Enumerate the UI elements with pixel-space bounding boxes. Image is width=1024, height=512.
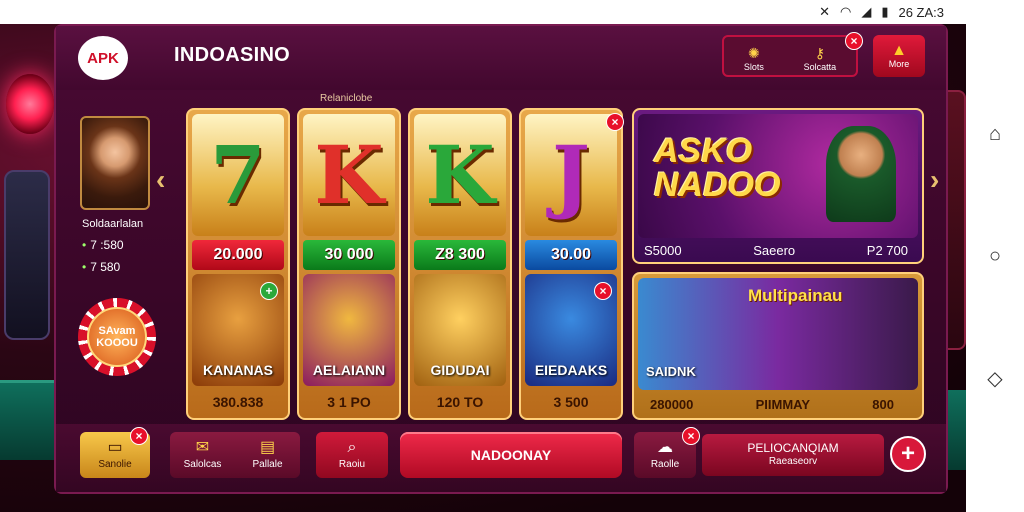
plus-icon[interactable]: + xyxy=(890,436,926,472)
settings-icon: ✺ xyxy=(748,45,760,61)
bottom-group: ✉ Salolcas ▤ Pallale xyxy=(170,432,300,478)
slot-game-card[interactable]: 7 20.000 KANANAS 380.838 xyxy=(186,108,290,420)
multiplayer-label: SAIDNK xyxy=(646,364,696,379)
game-footer-value: 120 TO xyxy=(436,394,484,410)
promo-stat: P2 700 xyxy=(866,243,908,258)
close-icon[interactable]: × xyxy=(130,427,148,445)
decor-slot-machine xyxy=(4,170,50,340)
search-icon: ⌕ xyxy=(347,439,357,456)
key-icon: ⚷ xyxy=(814,45,825,61)
jackpot-amount: 30.00 xyxy=(525,240,617,270)
apk-logo: APK xyxy=(78,36,128,80)
bottom-button-search[interactable]: ⌕ Raoiu xyxy=(316,432,388,478)
game-footer-value: 3 1 PO xyxy=(327,394,371,410)
tab-label: Slots xyxy=(743,62,764,72)
bottom-button-mail[interactable]: ✉ Salolcas xyxy=(170,439,235,471)
chevron-right-icon[interactable]: › xyxy=(930,164,939,196)
game-art: AELAIANN xyxy=(303,274,395,386)
wide-button-title: PELIOCANQIAM xyxy=(747,441,839,455)
reel-symbol: J xyxy=(525,114,617,236)
bottom-wide-button[interactable]: PELIOCANQIAM Raeaseorv xyxy=(702,434,884,476)
close-icon[interactable]: × xyxy=(594,282,612,300)
close-icon[interactable]: × xyxy=(845,32,863,50)
close-icon[interactable]: × xyxy=(606,113,624,131)
chip-label: SAvam KOOOU xyxy=(87,307,147,367)
slot-game-card[interactable]: K Z8 300 GIDUDAI 120 TO xyxy=(408,108,512,420)
promo-title: ASKO NADOO xyxy=(654,132,781,204)
multiplayer-art: Multipainau SAIDNK xyxy=(638,278,918,390)
multi-stat: PIIMMAY xyxy=(755,397,811,412)
main-action-button[interactable]: NADOONAY xyxy=(400,432,622,478)
promo-art: ASKO NADOO xyxy=(638,114,918,238)
promo-stat: S5000 xyxy=(644,243,682,258)
slot-game-card[interactable]: K 30 000 AELAIANN 3 1 PO xyxy=(297,108,401,420)
casino-chip-button[interactable]: SAvam KOOOU xyxy=(78,298,156,376)
reel-symbol: 7 xyxy=(192,114,284,236)
decor-casino-table xyxy=(0,380,58,460)
close-icon[interactable]: × xyxy=(682,427,700,445)
promo-banner[interactable]: ASKO NADOO S5000 Saeero P2 700 xyxy=(632,108,924,264)
more-label: More xyxy=(888,59,910,69)
jackpot-amount: 20.000 xyxy=(192,240,284,270)
app-screen: ✕ ◠ ◢ ▮ 26 ZA:3 ⌂ ○ ◇ APK INDOASINO ✺ Sl… xyxy=(0,0,1024,512)
top-tabs: ✺ Slots ⚷ Solcatta xyxy=(722,35,858,77)
stat-value: 7 580 xyxy=(90,260,121,274)
multiplayer-banner[interactable]: Multipainau SAIDNK 280000 PIIMMAY 800 xyxy=(632,272,924,420)
button-label: Sanolie xyxy=(98,459,132,470)
battery-icon: ▮ xyxy=(881,4,889,19)
jackpot-amount: Z8 300 xyxy=(414,240,506,270)
android-nav-bar: ⌂ ○ ◇ xyxy=(966,0,1024,512)
multi-stat: 280000 xyxy=(650,397,694,412)
multiplayer-title: Multipainau xyxy=(748,286,843,305)
promo-character xyxy=(826,126,896,222)
hat-icon: ☁ xyxy=(657,439,673,456)
status-time: 26 ZA:3 xyxy=(898,4,944,20)
tab-solcatta[interactable]: ⚷ Solcatta xyxy=(804,46,837,72)
button-label: Salolcas xyxy=(183,459,222,470)
chevron-left-icon[interactable]: ‹ xyxy=(156,164,165,196)
game-art: GIDUDAI xyxy=(414,274,506,386)
nfc-icon: ✕ xyxy=(819,4,830,19)
jackpot-amount: 30 000 xyxy=(303,240,395,270)
multiplayer-stats: 280000 PIIMMAY 800 xyxy=(650,397,894,412)
app-title: INDOASINO xyxy=(174,44,291,66)
circle-nav-icon[interactable]: ○ xyxy=(984,245,1006,267)
multi-stat: 800 xyxy=(872,397,894,412)
badge-icon: + xyxy=(260,282,278,300)
back-icon[interactable]: ◇ xyxy=(984,367,1006,390)
tab-slots[interactable]: ✺ Slots xyxy=(744,46,764,72)
button-label: Raoiu xyxy=(338,459,366,470)
section-subtitle: Relaniclobe xyxy=(320,93,373,104)
more-button[interactable]: ▲ More xyxy=(873,35,925,77)
profile-stat: • 7 580 xyxy=(82,260,121,274)
wifi-icon: ◠ xyxy=(839,4,852,19)
bottom-button-pallale[interactable]: ▤ Pallale xyxy=(235,439,300,471)
reel-symbol: K xyxy=(303,114,395,236)
wide-button-subtitle: Raeaseorv xyxy=(768,456,818,467)
profile-stat: • 7 :580 xyxy=(82,238,124,252)
game-footer-value: 380.838 xyxy=(212,394,264,410)
promo-stat: Saeero xyxy=(753,243,796,258)
tab-label: Solcatta xyxy=(803,62,837,72)
button-label: Raolle xyxy=(650,459,680,470)
calendar-icon: ▤ xyxy=(259,439,276,456)
stat-value: 7 :580 xyxy=(90,238,124,252)
card-icon: ▭ xyxy=(107,439,123,456)
button-label: Pallale xyxy=(252,459,283,470)
avatar[interactable] xyxy=(80,116,150,210)
home-icon[interactable]: ⌂ xyxy=(984,123,1006,145)
decor-lamp xyxy=(6,74,54,134)
promo-stats: S5000 Saeero P2 700 xyxy=(644,243,908,258)
reel-symbol: K xyxy=(414,114,506,236)
mail-icon: ✉ xyxy=(195,439,210,456)
profile-name: Soldaarlalan xyxy=(82,218,144,230)
slot-game-card[interactable]: J 30.00 EIEDAAKS 3 500 xyxy=(519,108,623,420)
status-bar: ✕ ◠ ◢ ▮ 26 ZA:3 xyxy=(0,0,966,24)
signal-icon: ◢ xyxy=(861,4,872,19)
home-up-icon: ▲ xyxy=(891,42,907,59)
game-footer-value: 3 500 xyxy=(553,394,589,410)
